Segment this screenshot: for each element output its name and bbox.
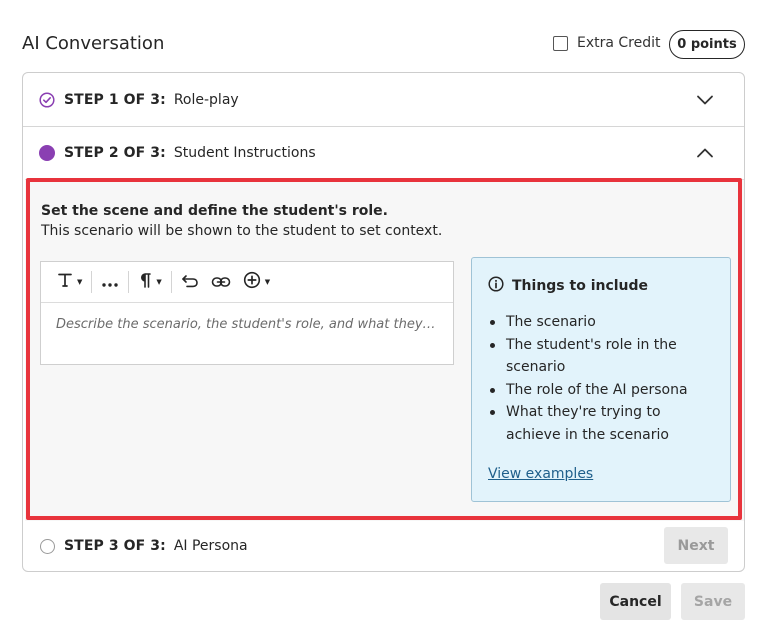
paragraph-button[interactable]: ▼ (132, 270, 167, 294)
info-icon (488, 276, 504, 296)
view-examples-link[interactable]: View examples (488, 466, 593, 482)
undo-button[interactable] (175, 270, 205, 294)
stepper: STEP 1 OF 3: Role-play STEP 2 OF 3: Stud… (22, 72, 745, 572)
insert-content-button[interactable]: ▼ (237, 270, 276, 294)
points-button[interactable]: 0 points (669, 30, 745, 59)
step-2-header[interactable]: STEP 2 OF 3: Student Instructions (23, 127, 744, 179)
tips-title: Things to include (512, 278, 649, 294)
extra-credit-label: Extra Credit (577, 35, 661, 51)
step-1-header[interactable]: STEP 1 OF 3: Role-play (23, 73, 744, 127)
save-button[interactable]: Save (681, 583, 745, 620)
tips-item: What they're trying to achieve in the sc… (488, 401, 718, 446)
chevron-down-icon[interactable] (696, 94, 714, 106)
step-3-prefix: STEP 3 OF 3: (64, 538, 166, 554)
page-title: AI Conversation (22, 33, 165, 54)
editor-input[interactable]: Describe the scenario, the student's rol… (41, 303, 453, 346)
step-3-name: AI Persona (173, 538, 248, 554)
step-3-header[interactable]: STEP 3 OF 3: AI Persona (23, 521, 744, 571)
text-style-button[interactable]: ▼ (51, 270, 88, 294)
step-1-name: Role-play (173, 91, 239, 108)
check-circle-icon (39, 91, 55, 108)
ellipsis-icon (101, 273, 119, 292)
chevron-up-icon[interactable] (696, 147, 714, 159)
tips-item: The role of the AI persona (488, 379, 718, 402)
paragraph-icon (138, 272, 152, 292)
extra-credit-toggle[interactable]: Extra Credit (553, 35, 661, 51)
tips-heading: Things to include (488, 276, 648, 296)
step-2-name: Student Instructions (173, 145, 316, 161)
step-2-panel: Set the scene and define the student's r… (25, 179, 744, 521)
plus-circle-icon (243, 271, 261, 293)
rich-text-editor[interactable]: ▼ ▼ ▼ Describe the scenario, the student… (40, 261, 454, 365)
empty-step-circle-icon (39, 538, 55, 554)
panel-subtext: This scenario will be shown to the stude… (41, 223, 443, 239)
next-button[interactable]: Next (664, 527, 728, 564)
extra-credit-checkbox[interactable] (553, 35, 568, 51)
tips-item: The scenario (488, 311, 718, 334)
editor-toolbar: ▼ ▼ ▼ (41, 262, 453, 303)
step-1-prefix: STEP 1 OF 3: (64, 91, 166, 108)
more-options-button[interactable] (95, 270, 125, 294)
text-style-icon (57, 272, 73, 292)
panel-heading: Set the scene and define the student's r… (41, 203, 388, 219)
current-step-dot-icon (39, 145, 55, 161)
step-2-prefix: STEP 2 OF 3: (64, 145, 166, 161)
link-icon (211, 273, 231, 292)
cancel-button[interactable]: Cancel (600, 583, 671, 620)
tips-card: Things to include The scenario The stude… (471, 257, 731, 502)
tips-list: The scenario The student's role in the s… (488, 311, 718, 446)
insert-link-button[interactable] (205, 270, 237, 294)
undo-icon (181, 273, 199, 292)
tips-item: The student's role in the scenario (488, 334, 718, 379)
